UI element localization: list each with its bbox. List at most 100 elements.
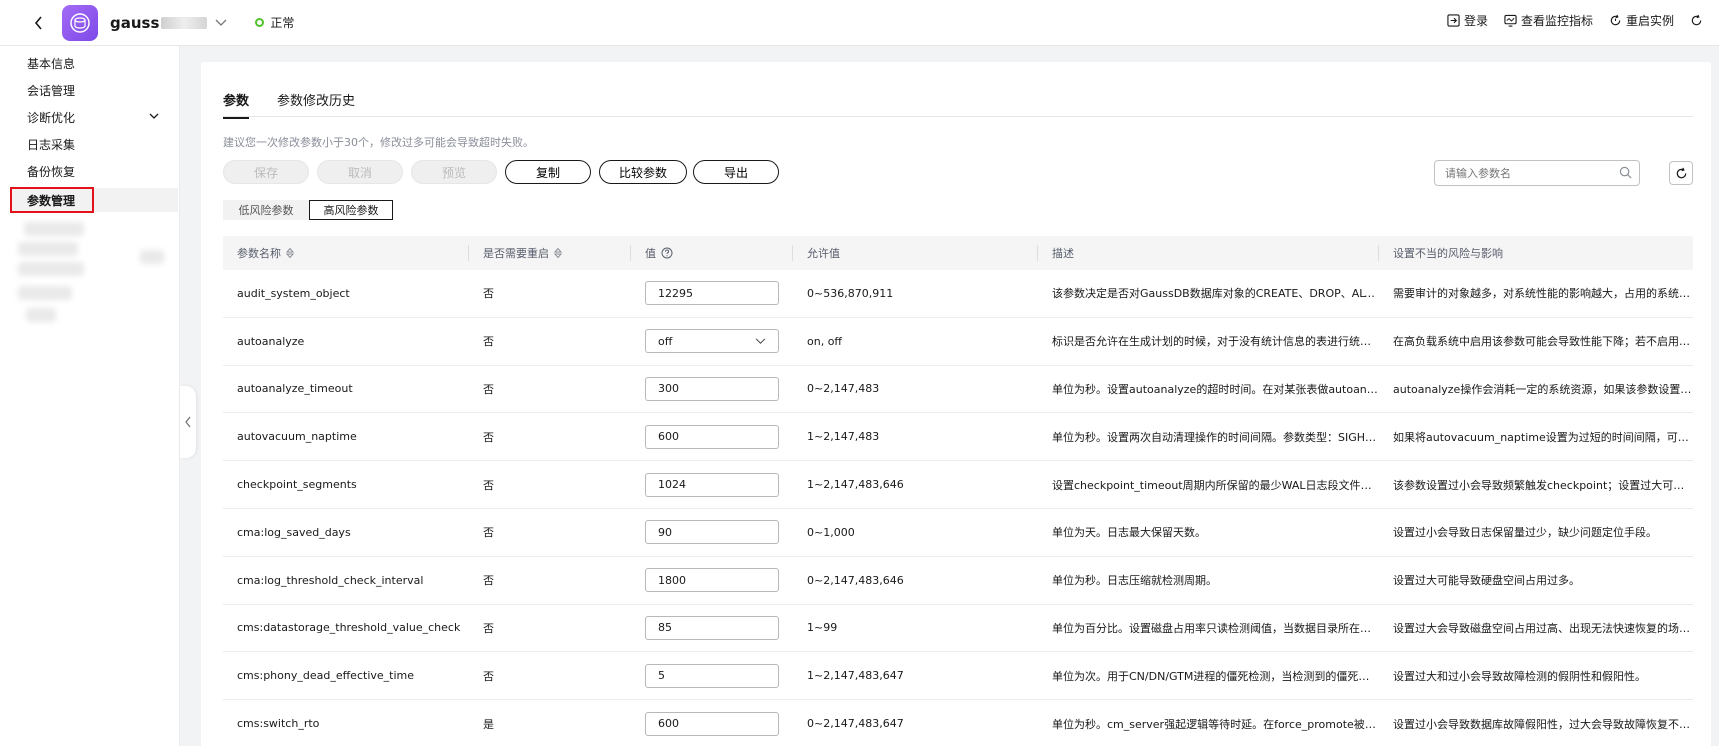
search-icon[interactable] [1619, 166, 1632, 179]
compare-parameters-button[interactable]: 比较参数 [599, 160, 687, 184]
value-input[interactable] [645, 281, 779, 306]
parameter-name: cms:phony_dead_effective_time [237, 669, 414, 683]
tab-parameters[interactable]: 参数 [223, 90, 250, 119]
table-row: autoanalyze_timeout 否 0~2,147,483 单位为秒。设置au… [223, 366, 1693, 414]
blurred-menu-item [18, 286, 72, 300]
restart-required: 是 [483, 717, 494, 731]
database-icon [70, 12, 90, 33]
instance-name: gauss [110, 13, 160, 32]
value-select[interactable]: off [645, 329, 779, 354]
highlight-box [10, 187, 94, 213]
value-input[interactable] [645, 520, 779, 545]
parameter-description: 单位为天。日志最大保留天数。 [1052, 526, 1206, 540]
parameter-name: cma:log_threshold_check_interval [237, 573, 424, 587]
risk-impact: 设置过大会导致磁盘空间占用过高、出现无法快速恢复的场景。 [1393, 621, 1693, 635]
tab-low-risk-parameters[interactable]: 低风险参数 [223, 200, 309, 220]
chevron-down-icon [755, 338, 766, 344]
refresh-button[interactable] [1669, 161, 1693, 185]
value-cell [631, 376, 793, 401]
value-input[interactable] [645, 472, 779, 497]
help-icon[interactable] [661, 247, 673, 259]
table-row: autoanalyze 否 off on, off 标识是否允许在生成计划的时候，对于没… [223, 318, 1693, 366]
sidebar-item-diagnosis-optimization[interactable]: 诊断优化 [0, 105, 178, 129]
table-row: cms:phony_dead_effective_time 否 1~2,147,48… [223, 652, 1693, 701]
table-header: 参数名称 是否需要重启 值 允许值 描述 设置不当的风险与影响 [223, 236, 1693, 270]
blurred-menu-item [140, 250, 164, 264]
blurred-menu-item [24, 222, 84, 236]
parameter-search-input[interactable] [1434, 160, 1640, 186]
parameter-name: autoanalyze [237, 334, 305, 348]
sort-icon[interactable] [286, 247, 294, 259]
cancel-button[interactable]: 取消 [317, 160, 403, 184]
parameter-name: autoanalyze_timeout [237, 382, 353, 396]
value-input[interactable] [645, 711, 779, 736]
value-input[interactable] [645, 663, 779, 688]
status-text: 正常 [270, 16, 295, 30]
value-cell [631, 520, 793, 545]
risk-impact: 在高负载系统中启用该参数可能会导致性能下降；若不启用则可能无法生成最优计划。 [1393, 335, 1693, 349]
blurred-menu-item [26, 308, 56, 322]
table-body: audit_system_object 否 0~536,870,911 该参数决定是否… [223, 270, 1693, 746]
value-input[interactable] [645, 424, 779, 449]
login-icon [1447, 13, 1460, 27]
restart-required: 否 [483, 669, 494, 683]
sidebar-item-session-management[interactable]: 会话管理 [0, 78, 178, 102]
sidebar-item-parameter-management[interactable]: 参数管理 [10, 187, 178, 213]
restart-required: 否 [483, 621, 494, 635]
blurred-menu-item [18, 242, 78, 256]
column-header-restart[interactable]: 是否需要重启 [469, 236, 631, 270]
instance-switch-dropdown[interactable] [215, 16, 229, 30]
sidebar-item-log-collection[interactable]: 日志采集 [0, 132, 178, 156]
value-cell [631, 663, 793, 688]
restart-required: 否 [483, 478, 494, 492]
risk-impact: 设置过小会导致数据库故障假阳性，过大会导致故障恢复不及时。 [1393, 717, 1693, 731]
column-header-description: 描述 [1038, 236, 1379, 270]
gaussdb-logo [62, 4, 98, 41]
parameter-name: checkpoint_segments [237, 478, 357, 492]
login-button[interactable]: 登录 [1447, 12, 1488, 29]
export-button[interactable]: 导出 [693, 160, 779, 184]
restart-required: 否 [483, 526, 494, 540]
risk-impact: 设置过小会导致日志保留量过少，缺少问题定位手段。 [1393, 526, 1657, 540]
refresh-icon [1691, 14, 1702, 25]
value-input[interactable] [645, 568, 779, 593]
allowed-values: 0~2,147,483,646 [807, 573, 904, 587]
tab-high-risk-parameters[interactable]: 高风险参数 [309, 200, 393, 220]
value-cell [631, 711, 793, 736]
value-cell: off [631, 329, 793, 354]
back-button[interactable] [30, 14, 48, 32]
sidebar-item-backup-restore[interactable]: 备份恢复 [0, 159, 178, 183]
more-action-button[interactable] [1690, 14, 1703, 27]
allowed-values: 0~1,000 [807, 525, 855, 539]
tab-parameter-history[interactable]: 参数修改历史 [277, 90, 355, 119]
preview-button[interactable]: 预览 [411, 160, 497, 184]
parameter-name: cms:switch_rto [237, 717, 320, 731]
save-button[interactable]: 保存 [223, 160, 309, 184]
risk-impact: autoanalyze操作会消耗一定的系统资源，如果该参数设置太大会影响业务。 [1393, 382, 1693, 396]
sidebar-item-basic-info[interactable]: 基本信息 [0, 51, 178, 75]
parameter-description: 单位为秒。设置autoanalyze的超时时间。在对某张表做autoanalyz… [1052, 382, 1379, 396]
parameter-name: autovacuum_naptime [237, 430, 357, 444]
risk-impact: 如果将autovacuum_naptime设置为过短的时间间隔，可能会增加系统开… [1393, 430, 1693, 444]
chevron-down-icon [149, 113, 159, 119]
parameter-name: cms:datastorage_threshold_value_check [237, 621, 461, 635]
monitor-icon [1504, 14, 1517, 27]
column-header-name[interactable]: 参数名称 [223, 236, 469, 270]
value-cell [631, 424, 793, 449]
value-input[interactable] [645, 615, 779, 640]
restart-required: 否 [483, 287, 494, 301]
risk-impact: 该参数设置过小会导致频繁触发checkpoint；设置过大可能会占用过多磁盘空间… [1393, 478, 1693, 492]
copy-button[interactable]: 复制 [505, 160, 591, 184]
view-monitor-button[interactable]: 查看监控指标 [1504, 12, 1593, 29]
value-cell [631, 615, 793, 640]
sidebar-collapse-handle[interactable] [180, 386, 196, 458]
value-input[interactable] [645, 376, 779, 401]
parameter-table: 参数名称 是否需要重启 值 允许值 描述 设置不当的风险与影响 audit_sy… [223, 236, 1693, 746]
risk-impact: 需要审计的对象越多，对系统性能的影响越大，占用的系统资源越多。 [1393, 287, 1693, 301]
table-row: cma:log_threshold_check_interval 否 0~2,147… [223, 557, 1693, 605]
header-actions: 登录 查看监控指标 重启实例 [1447, 0, 1703, 40]
restart-instance-button[interactable]: 重启实例 [1609, 12, 1674, 29]
tab-divider [223, 116, 1693, 117]
sort-icon[interactable] [554, 247, 562, 259]
refresh-icon [1676, 167, 1686, 178]
